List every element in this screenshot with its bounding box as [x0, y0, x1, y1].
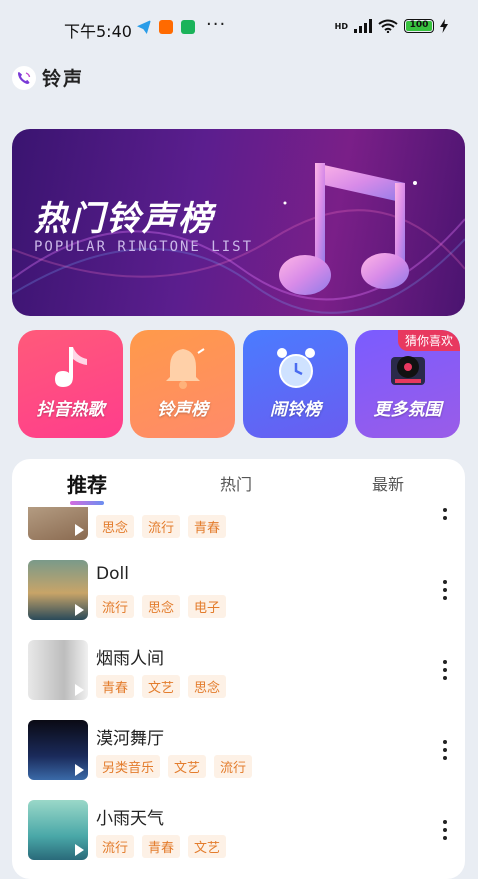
song-tag: 青春	[96, 675, 135, 698]
more-options-icon[interactable]	[443, 740, 447, 760]
song-cover[interactable]	[28, 720, 88, 780]
category-more-vibes[interactable]: 猜你喜欢 更多氛围	[355, 330, 460, 438]
app-header: 铃声	[12, 64, 84, 91]
song-cover[interactable]	[28, 640, 88, 700]
wechat-icon	[181, 20, 195, 34]
status-indicators: HD 100	[335, 19, 448, 33]
hd-label: HD	[334, 21, 348, 31]
song-tag: 流行	[214, 755, 253, 778]
song-list-card: 推荐 热门 最新 思念 流行 青春 Doll 流行 思念 电子 烟雨人间 青春 …	[12, 459, 465, 879]
more-options-icon[interactable]	[443, 507, 447, 520]
song-tag: 思念	[142, 595, 181, 618]
music-note-icon	[18, 342, 123, 394]
tab-hot[interactable]: 热门	[220, 471, 252, 495]
wifi-icon	[378, 19, 398, 33]
song-tag: 流行	[96, 595, 135, 618]
list-item[interactable]: 漠河舞厅 另类音乐 文艺 流行	[12, 720, 465, 782]
list-item[interactable]: Doll 流行 思念 电子	[12, 560, 465, 622]
song-tags: 流行 青春 文艺	[96, 835, 227, 858]
category-label: 闹铃榜	[270, 400, 321, 420]
list-item[interactable]: 思念 流行 青春	[12, 507, 465, 542]
song-tags: 流行 思念 电子	[96, 595, 227, 618]
song-tag: 文艺	[142, 675, 181, 698]
play-icon	[75, 524, 84, 536]
guess-you-like-badge: 猜你喜欢	[397, 330, 460, 351]
phone-ring-icon	[12, 65, 36, 90]
song-tag: 思念	[96, 515, 135, 538]
category-label: 抖音热歌	[36, 400, 105, 420]
music-note-icon	[279, 163, 417, 295]
more-options-icon[interactable]	[443, 580, 447, 600]
song-tag: 流行	[96, 835, 135, 858]
tab-recommended[interactable]: 推荐	[67, 469, 107, 498]
song-tag: 思念	[188, 675, 227, 698]
category-label: 更多氛围	[373, 400, 442, 420]
song-tag: 文艺	[188, 835, 227, 858]
alarm-clock-icon	[243, 342, 348, 394]
category-douyin-hot[interactable]: 抖音热歌	[18, 330, 123, 438]
category-alarm-chart[interactable]: 闹铃榜	[243, 330, 348, 438]
more-options-icon[interactable]	[443, 820, 447, 840]
mi-icon	[159, 20, 173, 34]
song-title: Doll	[96, 564, 129, 584]
list-item[interactable]: 烟雨人间 青春 文艺 思念	[12, 640, 465, 702]
song-tag: 电子	[188, 595, 227, 618]
song-tag: 流行	[142, 515, 181, 538]
category-label: 铃声榜	[157, 400, 208, 420]
app-title: 铃声	[42, 68, 85, 90]
song-tags: 思念 流行 青春	[96, 515, 227, 538]
song-tabs: 推荐 热门 最新	[12, 459, 465, 507]
category-row: 抖音热歌 铃声榜 闹铃榜 猜你喜欢 更多氛围	[18, 330, 460, 438]
bell-icon	[130, 342, 235, 394]
charging-icon	[440, 19, 448, 33]
more-options-icon[interactable]	[443, 660, 447, 680]
song-list: 思念 流行 青春 Doll 流行 思念 电子 烟雨人间 青春 文艺 思念 漠河舞…	[12, 507, 465, 879]
tab-latest[interactable]: 最新	[372, 471, 404, 495]
song-tag: 文艺	[168, 755, 207, 778]
battery-level: 100	[409, 20, 429, 30]
more-notifications-icon: ···	[206, 14, 227, 35]
signal-icon	[354, 19, 372, 33]
song-tag: 另类音乐	[96, 755, 161, 778]
song-title: 烟雨人间	[96, 649, 164, 669]
status-time: 下午5:40	[64, 22, 132, 41]
category-ringtone-chart[interactable]: 铃声榜	[130, 330, 235, 438]
play-icon	[75, 604, 84, 616]
banner-title: 热门铃声榜	[34, 199, 214, 239]
song-tag: 青春	[142, 835, 181, 858]
play-icon	[75, 844, 84, 856]
song-cover[interactable]	[28, 800, 88, 860]
telegram-icon	[137, 20, 151, 34]
play-icon	[75, 684, 84, 696]
song-cover[interactable]	[28, 507, 88, 540]
play-icon	[75, 764, 84, 776]
song-tags: 另类音乐 文艺 流行	[96, 755, 253, 778]
battery-icon: 100	[404, 19, 434, 33]
tab-active-indicator	[70, 501, 104, 505]
ringtone-chart-banner[interactable]: 热门铃声榜 POPULAR RINGTONE LIST	[12, 129, 465, 316]
list-item[interactable]: 小雨天气 流行 青春 文艺	[12, 800, 465, 862]
status-bar: 下午5:40 ··· HD 100	[0, 0, 478, 56]
song-tags: 青春 文艺 思念	[96, 675, 227, 698]
banner-subtitle: POPULAR RINGTONE LIST	[34, 239, 254, 255]
song-title: 小雨天气	[96, 809, 164, 829]
song-title: 漠河舞厅	[96, 729, 164, 749]
song-tag: 青春	[188, 515, 227, 538]
song-cover[interactable]	[28, 560, 88, 620]
